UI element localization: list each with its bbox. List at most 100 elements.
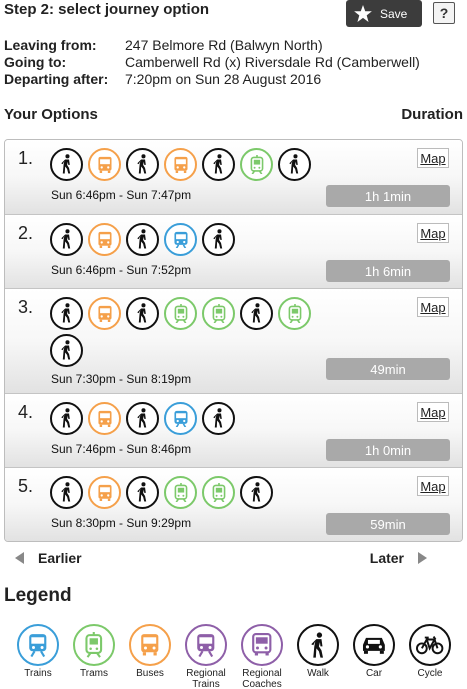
legend-item: Cycle xyxy=(402,624,458,689)
option-duration: 1h 6min xyxy=(326,260,450,282)
arrow-left-icon xyxy=(15,552,24,564)
walk-icon xyxy=(50,297,83,330)
journey-option[interactable]: 5. Sun 8:30pm - Sun 9:29pm Map 59min xyxy=(5,467,462,541)
walk-icon xyxy=(126,297,159,330)
map-link[interactable]: Map xyxy=(417,476,449,496)
legend-label: Regional Trains xyxy=(186,668,226,689)
walk-icon xyxy=(50,334,83,367)
pager: Earlier Later xyxy=(15,550,427,566)
journey-option[interactable]: 2. Sun 6:46pm - Sun 7:52pm Map 1h 6min xyxy=(5,214,462,288)
legend-item: Car xyxy=(346,624,402,689)
legend-label: Walk xyxy=(307,668,329,679)
option-number: 5. xyxy=(18,476,34,496)
walk-icon xyxy=(50,476,83,509)
journey-summary: Leaving from: 247 Belmore Rd (Balwyn Nor… xyxy=(4,37,420,88)
option-number: 3. xyxy=(18,297,34,317)
bus-icon xyxy=(88,223,121,256)
option-legs xyxy=(50,297,340,367)
option-duration: 1h 1min xyxy=(326,185,450,207)
legend-label: Buses xyxy=(136,668,164,679)
journey-option[interactable]: 3. Sun 7:30pm - Sun 8:19pm Map 49min xyxy=(5,288,462,393)
journey-option[interactable]: 1. Sun 6:46pm - Sun 7:47pm Map 1h 1min xyxy=(5,140,462,214)
option-number: 2. xyxy=(18,223,34,243)
option-legs xyxy=(50,402,340,435)
journey-option[interactable]: 4. Sun 7:46pm - Sun 8:46pm Map 1h 0min xyxy=(5,393,462,467)
walk-icon xyxy=(126,476,159,509)
earlier-button[interactable]: Earlier xyxy=(15,550,82,566)
save-button-label: Save xyxy=(380,6,408,21)
arrow-right-icon xyxy=(418,552,427,564)
option-legs xyxy=(50,223,340,256)
legend-label: Trams xyxy=(80,668,108,679)
option-times: Sun 7:30pm - Sun 8:19pm xyxy=(51,372,192,386)
option-duration: 59min xyxy=(326,513,450,535)
legend-label: Regional Coaches xyxy=(242,668,282,689)
legend-label: Car xyxy=(365,668,383,679)
bus-icon xyxy=(88,476,121,509)
leaving-value: 247 Belmore Rd (Balwyn North) xyxy=(125,37,323,53)
later-label: Later xyxy=(369,550,404,566)
save-button[interactable]: Save xyxy=(346,0,422,27)
tram-icon xyxy=(278,297,311,330)
earlier-label: Earlier xyxy=(38,550,82,566)
walk-icon xyxy=(126,148,159,181)
later-button[interactable]: Later xyxy=(370,550,427,566)
option-legs xyxy=(50,148,340,181)
legend-item: Walk xyxy=(290,624,346,689)
walk-icon xyxy=(240,297,273,330)
regional-train-icon xyxy=(185,624,227,666)
walk-icon xyxy=(126,223,159,256)
legend-item: Trains xyxy=(10,624,66,689)
bus-icon xyxy=(88,402,121,435)
departing-value: 7:20pm on Sun 28 August 2016 xyxy=(125,71,322,87)
option-times: Sun 6:46pm - Sun 7:52pm xyxy=(51,263,192,277)
legend-item: Regional Trains xyxy=(178,624,234,689)
walk-icon xyxy=(202,223,235,256)
tram-icon xyxy=(240,148,273,181)
walk-icon xyxy=(202,402,235,435)
walk-icon xyxy=(50,223,83,256)
map-link[interactable]: Map xyxy=(417,402,449,422)
option-number: 4. xyxy=(18,402,34,422)
bus-icon xyxy=(164,148,197,181)
walk-icon xyxy=(202,148,235,181)
option-duration: 49min xyxy=(326,358,450,380)
walk-icon xyxy=(297,624,339,666)
legend-label: Trains xyxy=(24,668,52,679)
walk-icon xyxy=(278,148,311,181)
map-link[interactable]: Map xyxy=(417,297,449,317)
option-times: Sun 6:46pm - Sun 7:47pm xyxy=(51,188,192,202)
map-link[interactable]: Map xyxy=(417,223,449,243)
walk-icon xyxy=(50,148,83,181)
train-icon xyxy=(164,223,197,256)
tram-icon xyxy=(73,624,115,666)
duration-heading: Duration xyxy=(401,106,463,123)
map-link[interactable]: Map xyxy=(417,148,449,168)
regional-coach-icon xyxy=(241,624,283,666)
departing-label: Departing after: xyxy=(4,71,109,87)
bus-icon xyxy=(88,148,121,181)
bus-icon xyxy=(88,297,121,330)
option-times: Sun 7:46pm - Sun 8:46pm xyxy=(51,442,192,456)
tram-icon xyxy=(164,297,197,330)
car-icon xyxy=(353,624,395,666)
train-icon xyxy=(17,624,59,666)
tram-icon xyxy=(202,476,235,509)
legend-item: Buses xyxy=(122,624,178,689)
legend-title: Legend xyxy=(4,585,72,606)
walk-icon xyxy=(50,402,83,435)
options-header: Your Options Duration xyxy=(4,106,463,123)
bus-icon xyxy=(129,624,171,666)
option-legs xyxy=(50,476,340,509)
tram-icon xyxy=(202,297,235,330)
journey-options-list: 1. Sun 6:46pm - Sun 7:47pm Map 1h 1min 2… xyxy=(4,139,463,542)
train-icon xyxy=(164,402,197,435)
tram-icon xyxy=(164,476,197,509)
option-times: Sun 8:30pm - Sun 9:29pm xyxy=(51,516,192,530)
legend-item: Trams xyxy=(66,624,122,689)
star-icon xyxy=(354,5,372,22)
legend-label: Cycle xyxy=(417,668,443,679)
help-button[interactable]: ? xyxy=(433,2,455,24)
going-value: Camberwell Rd (x) Riversdale Rd (Camberw… xyxy=(125,54,420,70)
cycle-icon xyxy=(409,624,451,666)
